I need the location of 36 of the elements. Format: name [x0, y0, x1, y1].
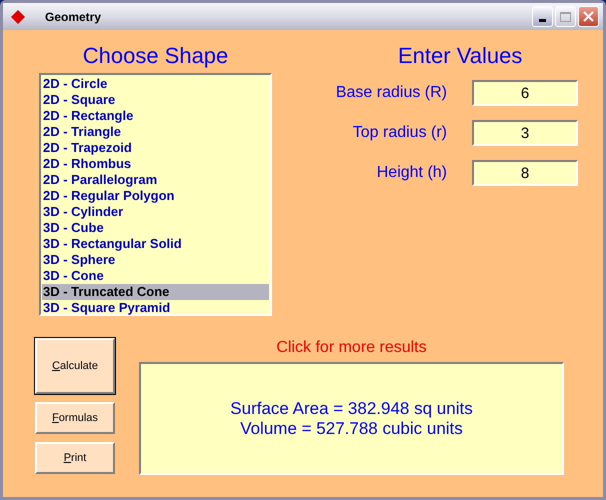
field-label: Top radius (r): [352, 123, 447, 143]
input-field[interactable]: 8: [472, 160, 578, 186]
input-field[interactable]: 6: [472, 80, 578, 106]
list-item[interactable]: 2D - Regular Polygon: [42, 188, 269, 204]
field-label: Height (h): [376, 163, 447, 183]
maximize-icon: [560, 12, 571, 22]
list-item[interactable]: 2D - Rectangle: [42, 108, 269, 124]
list-item[interactable]: 2D - Circle: [42, 76, 269, 92]
minimize-icon: [539, 19, 546, 22]
list-item[interactable]: 3D - Cylinder: [42, 204, 269, 220]
list-item[interactable]: 3D - Truncated Cone: [42, 284, 269, 300]
list-item[interactable]: 2D - Parallelogram: [42, 172, 269, 188]
diamond-icon: [11, 10, 25, 24]
result-text: Surface Area = 382.948 sq units: [230, 398, 473, 418]
list-item[interactable]: 2D - Triangle: [42, 124, 269, 140]
input-field[interactable]: 3: [472, 120, 578, 146]
list-item[interactable]: 2D - Trapezoid: [42, 140, 269, 156]
action-button[interactable]: Calculate: [35, 338, 115, 394]
field-label: Base radius (R): [334, 83, 447, 103]
result-text: Volume = 527.788 cubic units: [240, 418, 463, 438]
minimize-button[interactable]: [532, 6, 553, 27]
section-heading: Enter Values: [398, 42, 524, 70]
list-item[interactable]: 3D - Cone: [42, 268, 269, 284]
shape-list[interactable]: [39, 73, 272, 316]
list-item[interactable]: 2D - Rhombus: [42, 156, 269, 172]
list-item[interactable]: 3D - Rectangular Solid: [42, 236, 269, 252]
list-item[interactable]: 2D - Square: [42, 92, 269, 108]
section-heading: Choose Shape: [82, 42, 228, 70]
close-icon: [583, 11, 594, 22]
list-item[interactable]: 3D - Square Pyramid: [42, 300, 269, 316]
list-item[interactable]: 3D - Sphere: [42, 252, 269, 268]
action-button[interactable]: Print: [35, 442, 115, 474]
list-item[interactable]: 3D - Cube: [42, 220, 269, 236]
window-title: Geometry: [45, 8, 102, 26]
action-button[interactable]: Formulas: [35, 402, 115, 434]
close-button[interactable]: [578, 6, 599, 27]
